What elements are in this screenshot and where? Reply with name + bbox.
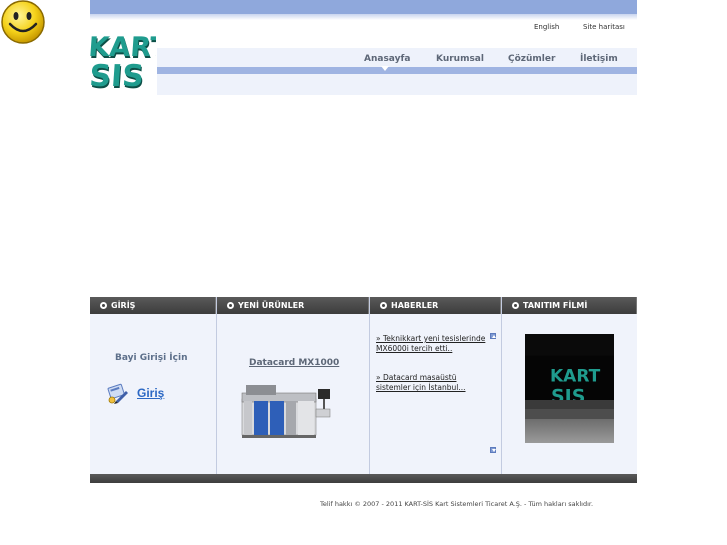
footer-copyright: Telif hakkı © 2007 - 2011 KART-SİS Kart … [320, 500, 594, 508]
sitemap-link[interactable]: Site haritası [583, 23, 625, 31]
content-panels: GİRİŞ Bayi Girişi İçin Giriş YENİ ÜRÜNLE… [90, 297, 637, 474]
video-panel: TANITIM FİLMİ KART SIS [502, 297, 637, 474]
bullet-icon [227, 302, 234, 309]
login-panel-header: GİRİŞ [90, 297, 216, 314]
panels-bottom-bar [90, 474, 637, 483]
video-seek-bar[interactable] [525, 409, 614, 419]
scroll-up-icon[interactable] [490, 333, 496, 339]
news-panel-title: HABERLER [391, 301, 439, 310]
login-pen-icon[interactable] [106, 383, 130, 405]
bullet-icon [380, 302, 387, 309]
logo-text-bottom-face: SIS [90, 59, 145, 94]
nav-item-cozumler[interactable]: Çözümler [508, 54, 555, 64]
video-logo-text-top: KART [550, 367, 601, 387]
bullet-icon [512, 302, 519, 309]
new-products-panel-header: YENİ ÜRÜNLER [217, 297, 369, 314]
nav-bar [157, 67, 637, 74]
smiley-icon [1, 0, 45, 44]
nav-item-anasayfa[interactable]: Anasayfa [364, 54, 410, 64]
login-panel-title: GİRİŞ [111, 301, 136, 310]
news-panel: HABERLER » Teknikkart yeni tesislerinde … [370, 297, 502, 474]
nav-item-kurumsal[interactable]: Kurumsal [436, 54, 484, 64]
nav-active-caret-icon [381, 66, 389, 71]
news-item[interactable]: » Teknikkart yeni tesislerinde MX6000i t… [376, 334, 486, 354]
english-link[interactable]: English [534, 23, 559, 31]
new-products-panel: YENİ ÜRÜNLER Datacard MX1000 [217, 297, 370, 474]
video-panel-title: TANITIM FİLMİ [523, 301, 588, 310]
video-controls-bar[interactable] [525, 400, 614, 409]
new-products-panel-title: YENİ ÜRÜNLER [238, 301, 305, 310]
video-panel-header: TANITIM FİLMİ [502, 297, 637, 314]
kartsis-logo[interactable]: KART KART SIS SIS [90, 26, 156, 96]
header-top-strip [90, 0, 637, 14]
login-button[interactable]: Giriş [137, 386, 164, 400]
bullet-icon [100, 302, 107, 309]
scroll-down-icon[interactable] [490, 447, 496, 453]
video-reflection [525, 419, 614, 443]
product-name-link[interactable]: Datacard MX1000 [249, 358, 339, 368]
news-item[interactable]: » Datacard masaüstü sistemler için İstan… [376, 373, 486, 393]
nav-item-iletisim[interactable]: İletişim [580, 54, 618, 64]
dealer-login-label: Bayi Girişi İçin [115, 353, 188, 363]
news-panel-header: HABERLER [370, 297, 501, 314]
datacard-printer-image[interactable] [240, 381, 336, 439]
login-panel: GİRİŞ Bayi Girişi İçin Giriş [90, 297, 217, 474]
header-fade [90, 14, 637, 20]
